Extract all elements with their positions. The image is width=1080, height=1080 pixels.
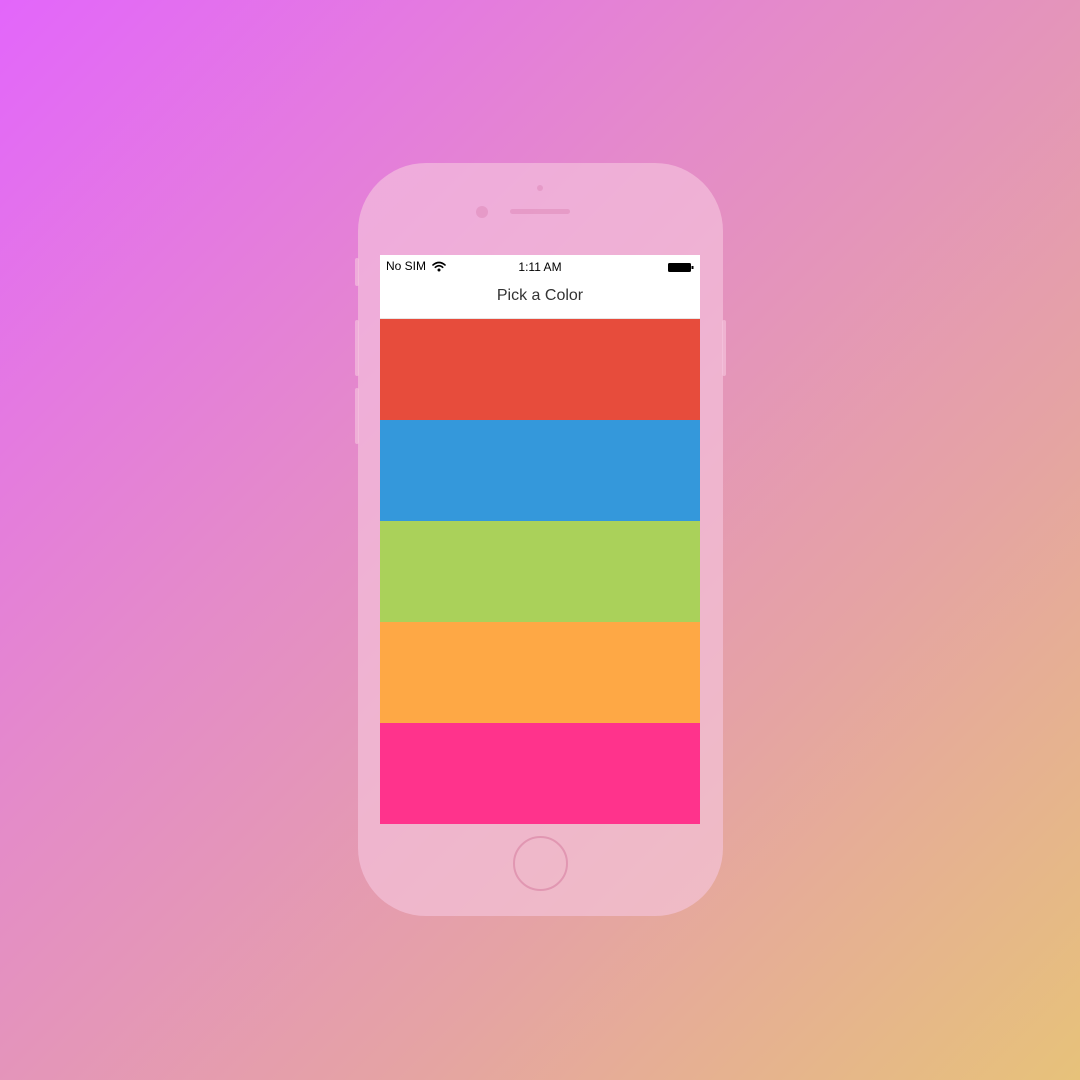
color-row-orange[interactable]: [380, 622, 700, 723]
color-row-red[interactable]: [380, 319, 700, 420]
power-button: [722, 320, 726, 376]
front-camera: [476, 206, 488, 218]
page-title: Pick a Color: [496, 287, 584, 304]
volume-down-button: [355, 388, 359, 444]
status-bar: No SIM 1:11 AM: [380, 255, 700, 277]
app-screen: No SIM 1:11 AM Pick a Color: [380, 255, 700, 824]
color-row-blue[interactable]: [380, 420, 700, 521]
color-row-green[interactable]: [380, 521, 700, 622]
camera-dot: [537, 185, 543, 191]
mute-switch: [355, 258, 359, 286]
color-list: [380, 319, 700, 824]
battery-icon: [668, 263, 694, 272]
phone-frame: No SIM 1:11 AM Pick a Color: [355, 163, 726, 916]
volume-up-button: [355, 320, 359, 376]
navigation-bar: Pick a Color: [380, 277, 700, 319]
home-button[interactable]: [513, 836, 568, 891]
earpiece-speaker: [510, 209, 570, 214]
color-row-pink[interactable]: [380, 723, 700, 824]
status-time: 1:11 AM: [518, 260, 562, 274]
